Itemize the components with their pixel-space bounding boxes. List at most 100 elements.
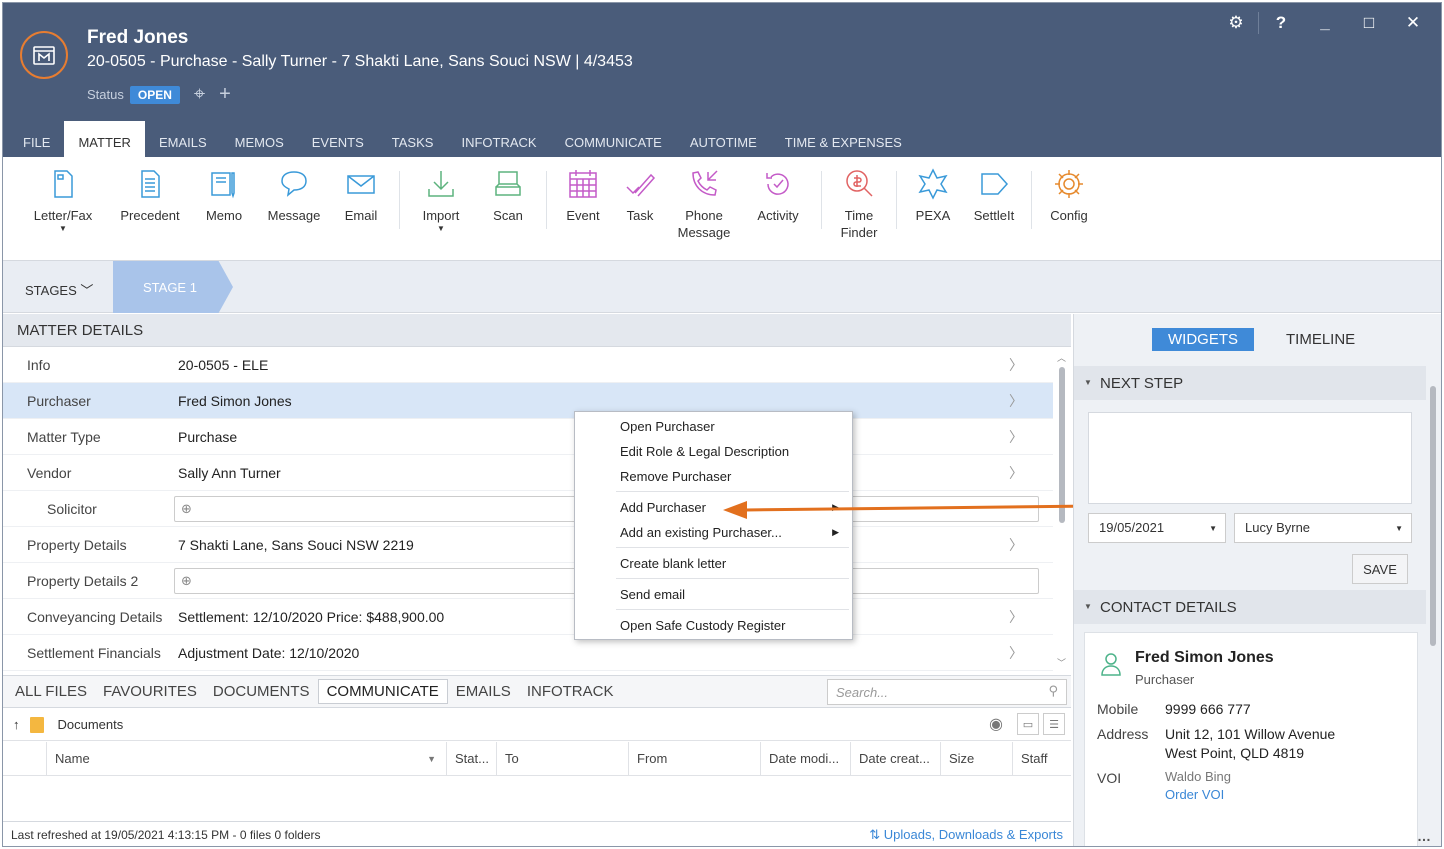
minimize-button[interactable]: _ xyxy=(1303,9,1347,37)
chevron-right-icon[interactable]: 〉 xyxy=(1009,463,1023,483)
matter-row-conveyancing[interactable]: Conveyancing Details Settlement: 12/10/2… xyxy=(3,599,1053,635)
column-status[interactable]: Stat... xyxy=(447,742,497,775)
message-button[interactable]: Message xyxy=(259,157,329,260)
tab-tasks[interactable]: TASKS xyxy=(378,121,448,157)
tab-infotrack[interactable]: INFOTRACK xyxy=(447,121,550,157)
title-bar: Fred Jones 20-0505 - Purchase - Sally Tu… xyxy=(3,3,1441,121)
tab-autotime[interactable]: AUTOTIME xyxy=(676,121,771,157)
column-size[interactable]: Size xyxy=(941,742,1013,775)
chevron-right-icon[interactable]: 〉 xyxy=(1009,355,1023,375)
tab-memos[interactable]: MEMOS xyxy=(221,121,298,157)
tab-files-infotrack[interactable]: INFOTRACK xyxy=(519,683,622,700)
column-date-created[interactable]: Date creat... xyxy=(851,742,941,775)
column-name[interactable]: Name ▼ xyxy=(47,742,447,775)
tab-timeline[interactable]: TIMELINE xyxy=(1270,328,1371,351)
next-step-staff-select[interactable]: Lucy Byrne ▼ xyxy=(1234,513,1412,543)
chevron-right-icon[interactable]: 〉 xyxy=(1009,427,1023,447)
letter-fax-button[interactable]: Letter/Fax ▼ xyxy=(15,157,111,260)
settleit-button[interactable]: SettleIt xyxy=(963,157,1025,260)
matter-row-vendor[interactable]: Vendor Sally Ann Turner 〉 xyxy=(3,455,1053,491)
list-view-icon[interactable]: ☰ xyxy=(1043,713,1065,735)
column-date-modified[interactable]: Date modi... xyxy=(761,742,851,775)
activity-button[interactable]: Activity xyxy=(741,157,815,260)
tab-communicate[interactable]: COMMUNICATE xyxy=(551,121,676,157)
email-button[interactable]: Email xyxy=(329,157,393,260)
more-options-icon[interactable]: … xyxy=(1417,828,1431,844)
tab-file[interactable]: FILE xyxy=(9,121,64,157)
status-badge[interactable]: OPEN xyxy=(129,85,180,104)
tab-time-expenses[interactable]: TIME & EXPENSES xyxy=(771,121,916,157)
tab-files-emails[interactable]: EMAILS xyxy=(448,683,519,700)
order-voi-link[interactable]: Order VOI xyxy=(1165,787,1224,802)
menu-item-remove-purchaser[interactable]: Remove Purchaser xyxy=(578,464,849,489)
help-button[interactable]: ? xyxy=(1259,9,1303,37)
chevron-right-icon[interactable]: 〉 xyxy=(1009,535,1023,555)
scroll-down-icon[interactable]: ﹀ xyxy=(1057,656,1066,669)
maximize-button[interactable]: □ xyxy=(1347,9,1391,37)
menu-item-open-purchaser[interactable]: Open Purchaser xyxy=(578,414,849,439)
next-step-date-picker[interactable]: 19/05/2021 ▼ xyxy=(1088,513,1226,543)
tab-matter[interactable]: MATTER xyxy=(64,121,145,157)
matter-row-info[interactable]: Info 20-0505 - ELE 〉 xyxy=(3,347,1053,383)
tab-files-communicate[interactable]: COMMUNICATE xyxy=(317,679,448,704)
add-circle-icon[interactable]: ⊕ xyxy=(181,501,192,517)
matter-row-matter-type[interactable]: Matter Type Purchase 〉 xyxy=(3,419,1053,455)
tab-events[interactable]: EVENTS xyxy=(298,121,378,157)
folder-view-icon[interactable]: ▭ xyxy=(1017,713,1039,735)
matter-row-purchaser[interactable]: Purchaser Fred Simon Jones 〉 xyxy=(3,383,1053,419)
tab-widgets[interactable]: WIDGETS xyxy=(1152,328,1254,351)
tag-icon[interactable]: ⌖ xyxy=(194,83,205,106)
chevron-right-icon[interactable]: 〉 xyxy=(1009,391,1023,411)
tab-favourites[interactable]: FAVOURITES xyxy=(95,683,205,700)
contact-name[interactable]: Fred Simon Jones xyxy=(1135,649,1274,667)
pexa-button[interactable]: PEXA xyxy=(903,157,963,260)
right-panel-scrollbar[interactable] xyxy=(1428,364,1438,824)
menu-item-send-email[interactable]: Send email xyxy=(578,582,849,607)
matter-row-property-details[interactable]: Property Details 7 Shakti Lane, Sans Sou… xyxy=(3,527,1053,563)
search-icon[interactable]: ⚲ xyxy=(1048,683,1058,699)
sort-caret-icon: ▼ xyxy=(427,753,436,764)
voi-value: Waldo Bing xyxy=(1165,769,1231,784)
scroll-thumb[interactable] xyxy=(1430,386,1436,646)
next-step-header[interactable]: ▼ NEXT STEP xyxy=(1074,366,1426,400)
menu-item-create-blank-letter[interactable]: Create blank letter xyxy=(578,551,849,576)
column-to[interactable]: To xyxy=(497,742,629,775)
tab-documents[interactable]: DOCUMENTS xyxy=(205,683,318,700)
memo-button[interactable]: Memo xyxy=(189,157,259,260)
stage-1-tab[interactable]: STAGE 1 xyxy=(113,261,233,313)
phone-message-button[interactable]: Phone Message xyxy=(667,157,741,260)
close-button[interactable]: ✕ xyxy=(1391,9,1435,37)
matter-row-settlement-financials[interactable]: Settlement Financials Adjustment Date: 1… xyxy=(3,635,1053,671)
add-circle-icon[interactable]: ⊕ xyxy=(181,573,192,589)
tab-all-files[interactable]: ALL FILES xyxy=(7,683,95,700)
settings-gear-icon[interactable]: ⚙ xyxy=(1214,9,1258,37)
contact-details-header[interactable]: ▼ CONTACT DETAILS xyxy=(1074,590,1426,624)
column-staff[interactable]: Staff xyxy=(1013,742,1071,775)
stages-dropdown[interactable]: STAGES ﹀ xyxy=(25,280,93,299)
event-button[interactable]: Event xyxy=(553,157,613,260)
eye-icon[interactable]: ◉ xyxy=(989,714,1003,734)
column-from[interactable]: From xyxy=(629,742,761,775)
config-button[interactable]: Config xyxy=(1038,157,1100,260)
up-arrow-icon[interactable]: ↑ xyxy=(13,717,20,732)
tab-emails[interactable]: EMAILS xyxy=(145,121,221,157)
scroll-up-icon[interactable]: ︿ xyxy=(1057,351,1066,364)
chevron-right-icon[interactable]: 〉 xyxy=(1009,607,1023,627)
matter-row-property-details-2[interactable]: Property Details 2 ⊕ xyxy=(3,563,1053,599)
precedent-button[interactable]: Precedent xyxy=(111,157,189,260)
menu-item-open-safe-custody[interactable]: Open Safe Custody Register xyxy=(578,613,849,638)
task-button[interactable]: Task xyxy=(613,157,667,260)
files-search-input[interactable]: Search... ⚲ xyxy=(827,679,1067,705)
menu-item-add-existing-purchaser[interactable]: Add an existing Purchaser... ▶ xyxy=(578,520,849,545)
next-step-textarea[interactable] xyxy=(1088,412,1412,504)
uploads-link[interactable]: ⇅ Uploads, Downloads & Exports xyxy=(869,827,1063,843)
add-tag-icon[interactable]: + xyxy=(219,83,231,106)
folder-path[interactable]: Documents xyxy=(58,717,124,732)
save-button[interactable]: SAVE xyxy=(1352,554,1408,584)
row-label: Settlement Financials xyxy=(27,644,161,661)
time-finder-button[interactable]: Time Finder xyxy=(828,157,890,260)
chevron-right-icon[interactable]: 〉 xyxy=(1009,643,1023,663)
scan-button[interactable]: Scan xyxy=(476,157,540,260)
menu-item-edit-role[interactable]: Edit Role & Legal Description xyxy=(578,439,849,464)
import-button[interactable]: Import ▼ xyxy=(406,157,476,260)
